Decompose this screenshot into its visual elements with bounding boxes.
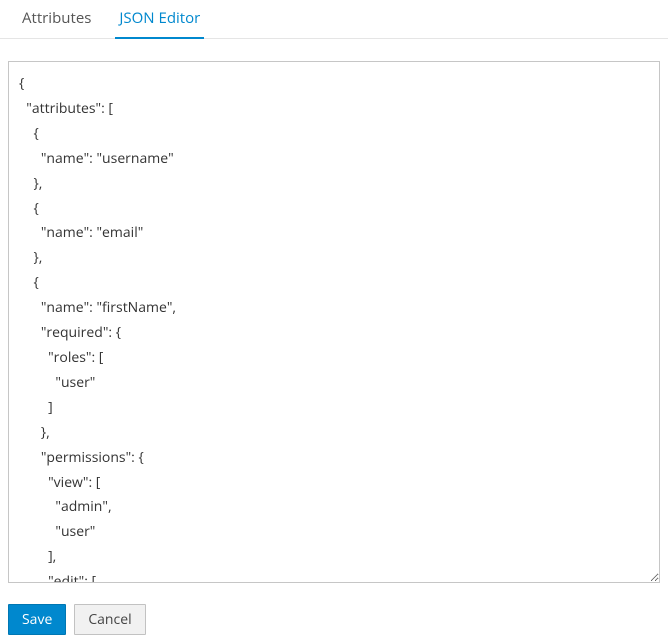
cancel-button[interactable]: Cancel — [74, 604, 145, 635]
button-row: Save Cancel — [0, 600, 668, 639]
tab-json-editor[interactable]: JSON Editor — [105, 0, 214, 38]
save-button[interactable]: Save — [8, 604, 66, 635]
tab-bar: Attributes JSON Editor — [0, 0, 668, 39]
editor-container — [0, 39, 668, 600]
tab-attributes[interactable]: Attributes — [8, 0, 105, 38]
json-editor-textarea[interactable] — [8, 61, 660, 583]
